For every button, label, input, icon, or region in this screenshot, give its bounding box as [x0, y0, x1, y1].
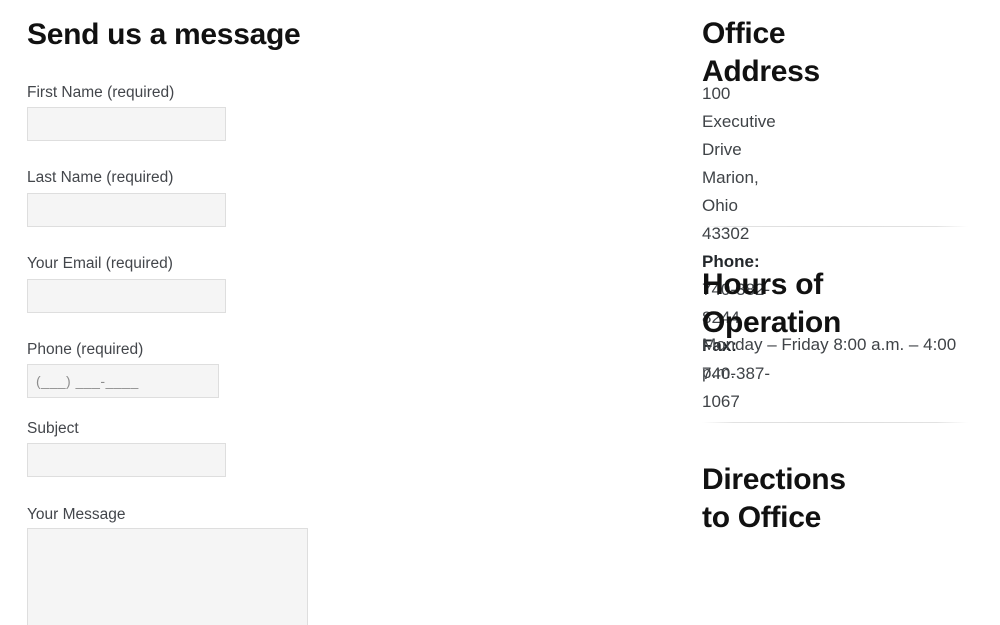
phone-label: Phone (required)	[27, 341, 144, 358]
message-label: Your Message	[27, 506, 126, 523]
last-name-label: Last Name (required)	[27, 169, 174, 186]
subject-label: Subject	[27, 420, 79, 437]
contact-page: Send us a message First Name (required) …	[0, 0, 1000, 625]
page-title: Send us a message	[27, 18, 301, 51]
email-input[interactable]	[27, 279, 226, 313]
phone-input[interactable]	[27, 364, 219, 398]
sidebar-column: OFFICE INFORMATION 100 Executive Drive M…	[665, 0, 1000, 625]
office-info-column: Office Address 100 Executive Drive Mario…	[345, 0, 968, 625]
message-textarea[interactable]	[27, 528, 308, 625]
contact-form-column: Send us a message First Name (required) …	[0, 0, 345, 625]
first-name-input[interactable]	[27, 107, 226, 141]
last-name-input[interactable]	[27, 193, 226, 227]
subject-input[interactable]	[27, 443, 226, 477]
first-name-label: First Name (required)	[27, 84, 175, 101]
email-label: Your Email (required)	[27, 255, 173, 272]
